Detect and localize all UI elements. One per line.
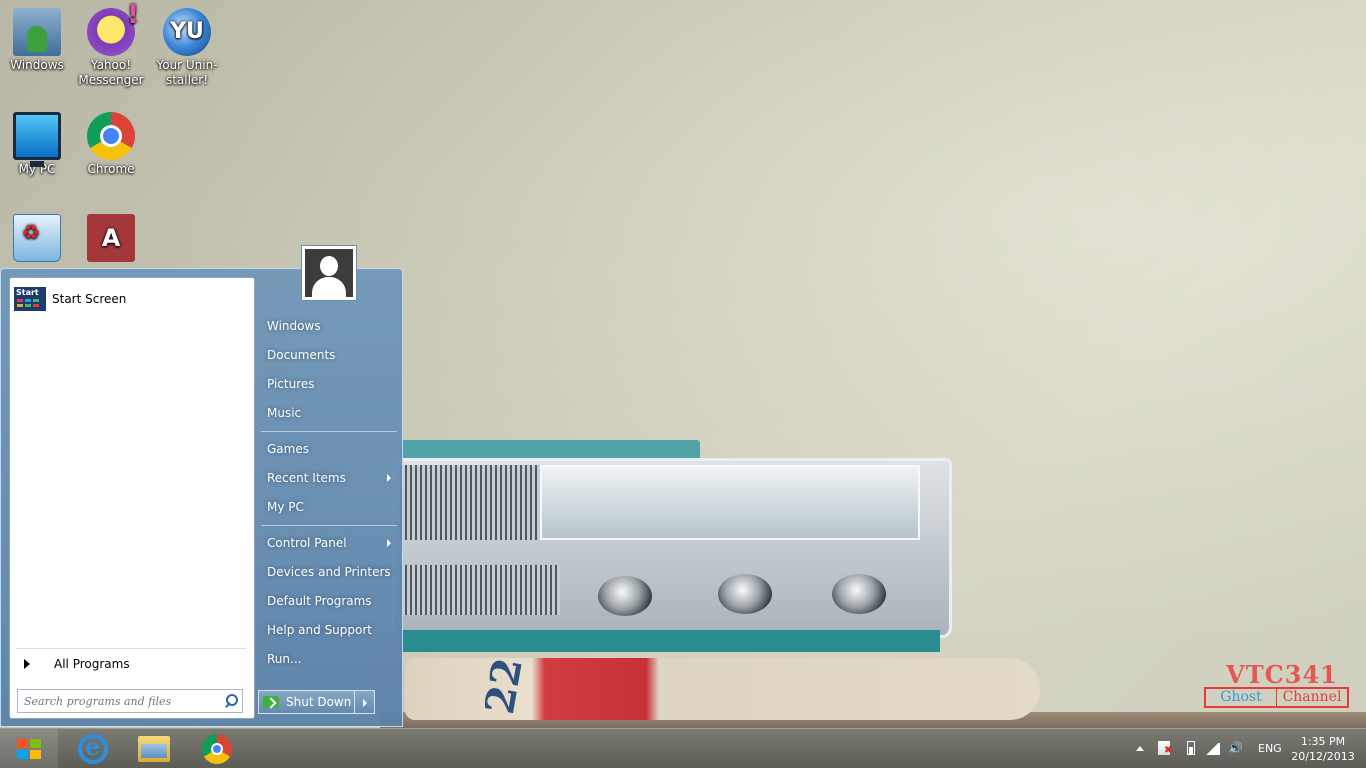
desktop-icon-windows[interactable]: Windows <box>0 8 74 73</box>
desktop-icon-yahoo-messenger[interactable]: Yahoo! Messenger <box>74 8 148 88</box>
desktop-icon-label: Chrome <box>87 162 135 176</box>
shut-down-options-button[interactable] <box>354 690 375 714</box>
start-menu-item-recent-items[interactable]: Recent Items <box>259 465 397 491</box>
input-language-indicator[interactable]: ENG <box>1258 742 1282 755</box>
start-menu-programs-pane: Start Start Screen All Programs <box>9 277 255 719</box>
taskbar-app-chrome[interactable] <box>188 731 244 767</box>
recycle-bin-icon <box>13 214 61 262</box>
battery-icon[interactable] <box>1187 741 1195 755</box>
start-menu-item-label: Music <box>267 406 302 420</box>
windows-logo-icon <box>17 739 43 761</box>
pinned-item-label: Start Screen <box>52 292 127 306</box>
start-menu-item-label: Documents <box>267 348 336 362</box>
pinned-item-start-screen[interactable]: Start Start Screen <box>14 286 250 312</box>
start-menu-item-pictures[interactable]: Pictures <box>259 371 397 397</box>
start-menu-item-devices-and-printers[interactable]: Devices and Printers <box>259 559 397 585</box>
shut-down-button[interactable]: Shut Down <box>258 690 354 714</box>
submenu-arrow-icon <box>387 539 391 547</box>
radio-speaker-grille <box>400 465 540 540</box>
start-menu-item-label: Recent Items <box>267 471 346 485</box>
user-silhouette-icon <box>305 249 353 297</box>
triangle-right-icon <box>24 658 30 669</box>
taskbar: ENG 1:35 PM 20/12/2013 <box>0 728 1366 768</box>
system-clock[interactable]: 1:35 PM 20/12/2013 <box>1290 734 1356 764</box>
menu-separator <box>261 431 397 432</box>
watermark-title: VTC341 <box>1226 660 1338 689</box>
shut-down-icon <box>263 696 279 708</box>
start-menu: Start Start Screen All Programs Windows … <box>0 245 403 727</box>
start-menu-item-label: Control Panel <box>267 536 347 550</box>
start-menu-item-my-pc[interactable]: My PC <box>259 494 397 520</box>
user-folder-icon <box>13 8 61 56</box>
desktop-icon-label: Windows <box>10 58 64 72</box>
watermark-left: Ghost <box>1206 689 1277 706</box>
radio-base <box>400 630 940 652</box>
taskbar-app-internet-explorer[interactable] <box>64 731 120 767</box>
desktop-icon-label: Your Unin-staller! <box>156 58 218 87</box>
desktop-icon-chrome[interactable]: Chrome <box>74 112 148 177</box>
start-menu-item-label: Help and Support <box>267 623 372 637</box>
start-menu-item-windows[interactable]: Windows <box>259 313 397 339</box>
search-icon[interactable] <box>220 690 242 712</box>
internet-explorer-icon <box>78 732 108 764</box>
chrome-icon <box>87 112 135 160</box>
user-avatar[interactable] <box>301 245 357 301</box>
all-programs-button[interactable]: All Programs <box>16 648 246 678</box>
start-menu-item-control-panel[interactable]: Control Panel <box>259 530 397 556</box>
start-menu-item-label: My PC <box>267 500 304 514</box>
start-menu-item-default-programs[interactable]: Default Programs <box>259 588 397 614</box>
start-menu-item-documents[interactable]: Documents <box>259 342 397 368</box>
watermark-right: Channel <box>1282 689 1342 705</box>
computer-icon <box>13 112 61 167</box>
chrome-icon <box>202 734 232 764</box>
radio-knob <box>832 574 886 614</box>
start-tile-text: Start <box>16 288 39 297</box>
start-screen-icon: Start <box>14 287 46 311</box>
start-menu-item-games[interactable]: Games <box>259 436 397 462</box>
start-menu-item-label: Windows <box>267 319 321 333</box>
clock-time: 1:35 PM <box>1300 735 1346 748</box>
desktop-icon-recycle-bin[interactable] <box>0 214 74 264</box>
radio-handle <box>400 440 700 460</box>
start-menu-item-label: Pictures <box>267 377 315 391</box>
radio-knob <box>718 574 772 614</box>
start-menu-item-label: Games <box>267 442 309 456</box>
start-menu-item-run[interactable]: Run... <box>259 646 397 672</box>
desktop-icon-uninstaller[interactable]: YU Your Unin-staller! <box>150 8 224 88</box>
start-menu-item-label: Run... <box>267 652 302 666</box>
radio-tuning-dial <box>540 465 920 540</box>
start-menu-item-label: Devices and Printers <box>267 565 391 579</box>
clock-date: 20/12/2013 <box>1291 750 1355 763</box>
search-input[interactable] <box>18 690 220 712</box>
volume-icon[interactable] <box>1228 741 1244 757</box>
access-icon: A <box>87 214 135 262</box>
uninstaller-icon: YU <box>163 8 211 56</box>
start-menu-item-music[interactable]: Music <box>259 400 397 426</box>
search-box <box>17 689 243 713</box>
paper-number: 22 <box>476 654 532 718</box>
start-button[interactable] <box>0 729 58 768</box>
taskbar-app-file-explorer[interactable] <box>126 731 182 767</box>
submenu-arrow-icon <box>387 474 391 482</box>
radio-knob <box>598 576 652 616</box>
yahoo-messenger-icon <box>87 8 139 56</box>
watermark-box: Ghost Channel <box>1204 687 1349 708</box>
desktop-icon-my-pc[interactable]: My PC <box>0 112 74 177</box>
file-explorer-icon <box>138 736 170 762</box>
desktop-icon-label: Yahoo! Messenger <box>78 58 144 87</box>
start-menu-item-label: Default Programs <box>267 594 372 608</box>
show-hidden-icons-button[interactable] <box>1132 741 1148 757</box>
start-menu-item-help-and-support[interactable]: Help and Support <box>259 617 397 643</box>
desktop-icon-access[interactable]: A <box>74 214 148 264</box>
network-signal-icon[interactable] <box>1204 741 1220 757</box>
radio-speaker-grille-lower <box>400 565 560 615</box>
all-programs-label: All Programs <box>54 656 130 671</box>
shut-down-label: Shut Down <box>286 695 352 709</box>
menu-separator <box>261 525 397 526</box>
action-center-flag-icon[interactable] <box>1158 741 1172 756</box>
